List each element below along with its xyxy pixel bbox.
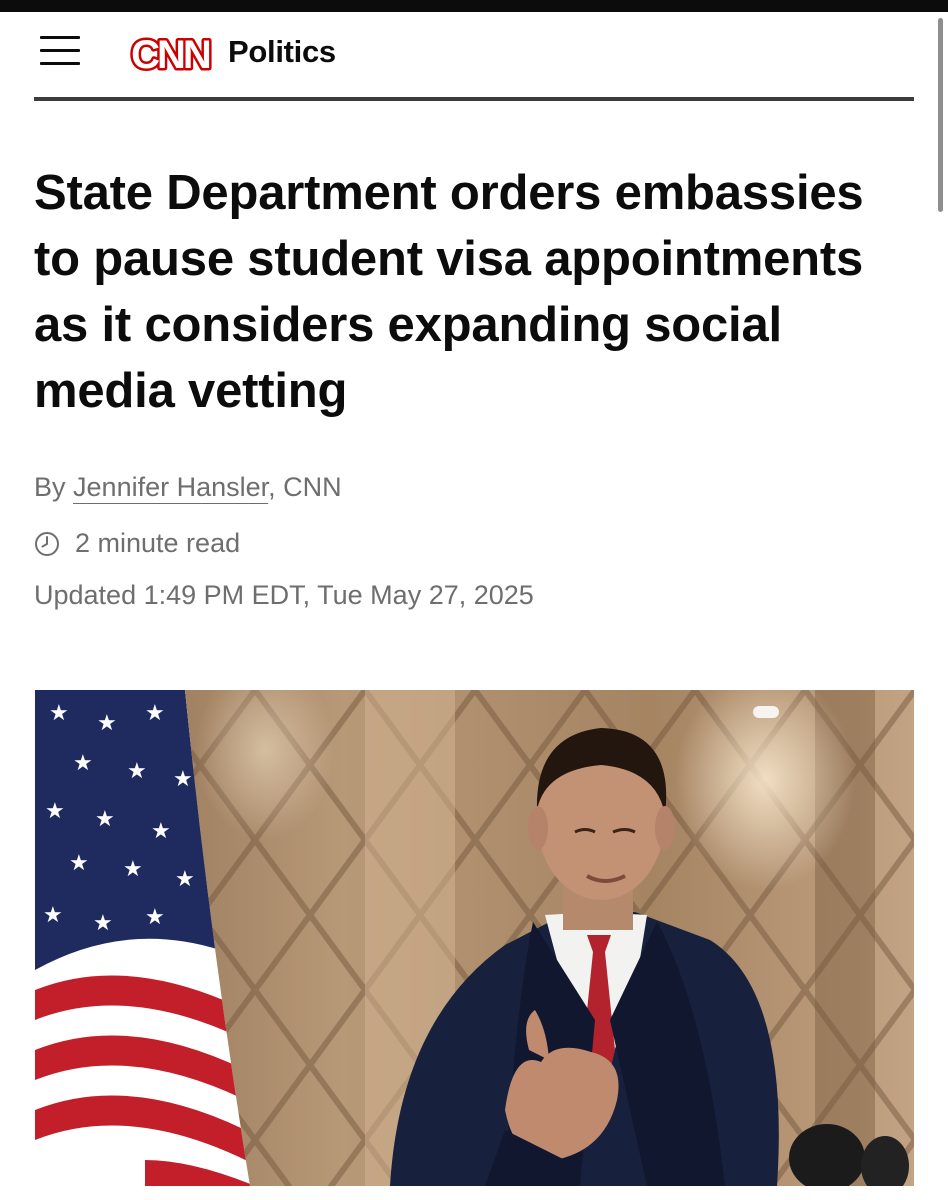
svg-text:★: ★ — [173, 767, 193, 792]
svg-text:★: ★ — [145, 905, 165, 930]
read-time: 2 minute read — [34, 528, 240, 559]
hamburger-menu-icon[interactable] — [40, 34, 80, 68]
section-label-politics[interactable]: Politics — [228, 34, 336, 70]
hero-photo-illustration: ★ ★ ★ ★ ★ ★ ★ ★ ★ ★ ★ ★ ★ ★ ★ ★ — [35, 690, 914, 1186]
byline: By Jennifer Hansler, CNN — [34, 472, 342, 503]
svg-text:★: ★ — [49, 701, 69, 726]
site-header: CNN Politics — [34, 12, 914, 102]
header-divider — [34, 97, 914, 101]
byline-prefix: By — [34, 472, 66, 502]
svg-text:★: ★ — [151, 819, 171, 844]
svg-text:★: ★ — [73, 751, 93, 776]
svg-text:★: ★ — [175, 867, 195, 892]
svg-text:★: ★ — [65, 951, 85, 976]
svg-text:★: ★ — [127, 759, 147, 784]
cnn-logo[interactable]: CNN — [120, 30, 220, 79]
svg-text:CNN: CNN — [131, 33, 210, 77]
scrollbar[interactable] — [938, 18, 943, 212]
clock-icon — [35, 531, 59, 556]
svg-text:★: ★ — [43, 903, 63, 928]
author-link[interactable]: Jennifer Hansler — [73, 472, 268, 502]
hero-photo[interactable]: ★ ★ ★ ★ ★ ★ ★ ★ ★ ★ ★ ★ ★ ★ ★ ★ — [35, 690, 914, 1186]
svg-text:★: ★ — [123, 857, 143, 882]
read-time-text: 2 minute read — [75, 528, 241, 558]
article-headline: State Department orders embassies to pau… — [34, 166, 864, 418]
updated-timestamp: Updated 1:49 PM EDT, Tue May 27, 2025 — [34, 580, 534, 610]
byline-suffix: , CNN — [268, 472, 342, 502]
top-status-bar — [0, 0, 948, 12]
svg-text:★: ★ — [69, 851, 89, 876]
svg-text:★: ★ — [145, 701, 165, 726]
svg-text:★: ★ — [45, 799, 65, 824]
svg-text:★: ★ — [97, 711, 117, 736]
svg-text:★: ★ — [93, 911, 113, 936]
svg-text:★: ★ — [95, 807, 115, 832]
